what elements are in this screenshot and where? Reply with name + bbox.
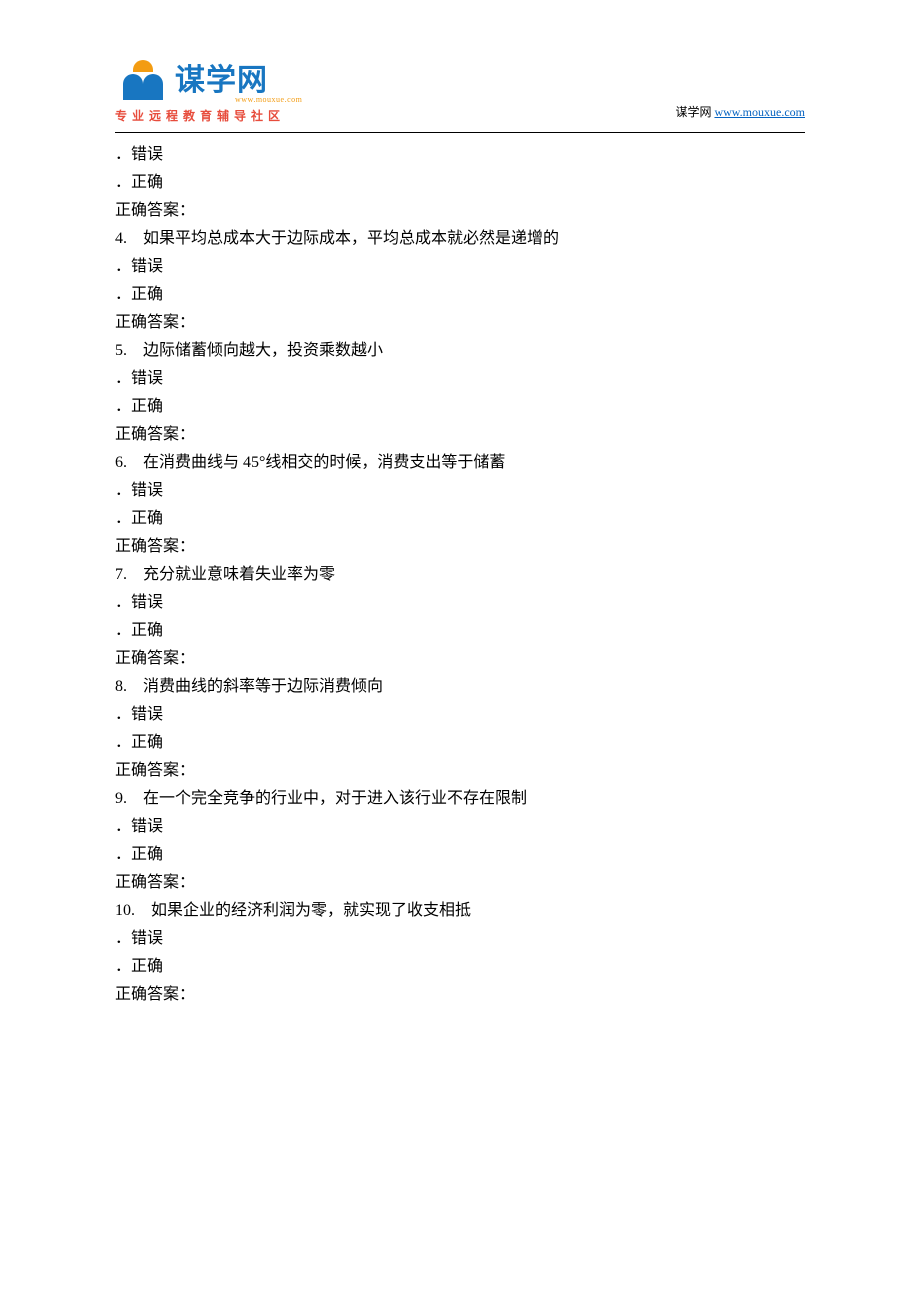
option-false: ．错误 (115, 701, 805, 729)
answer-label: 正确答案： (115, 645, 805, 673)
question-stem: 9. 在一个完全竞争的行业中，对于进入该行业不存在限制 (115, 785, 805, 813)
content-body: ．错误 ．正确 正确答案： 4. 如果平均总成本大于边际成本，平均总成本就必然是… (115, 141, 805, 1009)
header-attribution: 谋学网 www.mouxue.com (675, 103, 805, 124)
option-true: ．正确 (115, 953, 805, 981)
question-stem: 10. 如果企业的经济利润为零，就实现了收支相抵 (115, 897, 805, 925)
question-stem: 7. 充分就业意味着失业率为零 (115, 561, 805, 589)
option-false: ．错误 (115, 477, 805, 505)
answer-label: 正确答案： (115, 981, 805, 1009)
question-stem: 5. 边际储蓄倾向越大，投资乘数越小 (115, 337, 805, 365)
answer-label: 正确答案： (115, 309, 805, 337)
logo-small-url: www.mouxue.com (235, 95, 302, 104)
answer-label: 正确答案： (115, 757, 805, 785)
option-false: ．错误 (115, 253, 805, 281)
option-true: ．正确 (115, 505, 805, 533)
option-false: ．错误 (115, 925, 805, 953)
header-divider (115, 132, 805, 133)
answer-label: 正确答案： (115, 533, 805, 561)
attribution-link[interactable]: www.mouxue.com (714, 105, 805, 119)
option-true: ．正确 (115, 617, 805, 645)
option-true: ．正确 (115, 729, 805, 757)
logo-top-row: 谋学网 www.mouxue.com (115, 55, 302, 104)
question-stem: 4. 如果平均总成本大于边际成本，平均总成本就必然是递增的 (115, 225, 805, 253)
answer-label: 正确答案： (115, 421, 805, 449)
page-header: 谋学网 www.mouxue.com 专业远程教育辅导社区 谋学网 www.mo… (115, 55, 805, 124)
option-false: ．错误 (115, 365, 805, 393)
option-false: ．错误 (115, 589, 805, 617)
answer-label: 正确答案： (115, 869, 805, 897)
page-container: 谋学网 www.mouxue.com 专业远程教育辅导社区 谋学网 www.mo… (0, 0, 920, 1049)
option-true: ．正确 (115, 281, 805, 309)
logo-icon (115, 60, 171, 100)
option-true: ．正确 (115, 169, 805, 197)
question-stem: 8. 消费曲线的斜率等于边际消费倾向 (115, 673, 805, 701)
option-false: ．错误 (115, 141, 805, 169)
option-true: ．正确 (115, 841, 805, 869)
answer-label: 正确答案： (115, 197, 805, 225)
option-false: ．错误 (115, 813, 805, 841)
attribution-prefix: 谋学网 (675, 105, 714, 119)
option-true: ．正确 (115, 393, 805, 421)
logo-text: 谋学网 www.mouxue.com (175, 55, 302, 104)
question-stem: 6. 在消费曲线与 45°线相交的时候，消费支出等于储蓄 (115, 449, 805, 477)
logo-tagline: 专业远程教育辅导社区 (115, 107, 302, 124)
logo-block: 谋学网 www.mouxue.com 专业远程教育辅导社区 (115, 55, 302, 124)
